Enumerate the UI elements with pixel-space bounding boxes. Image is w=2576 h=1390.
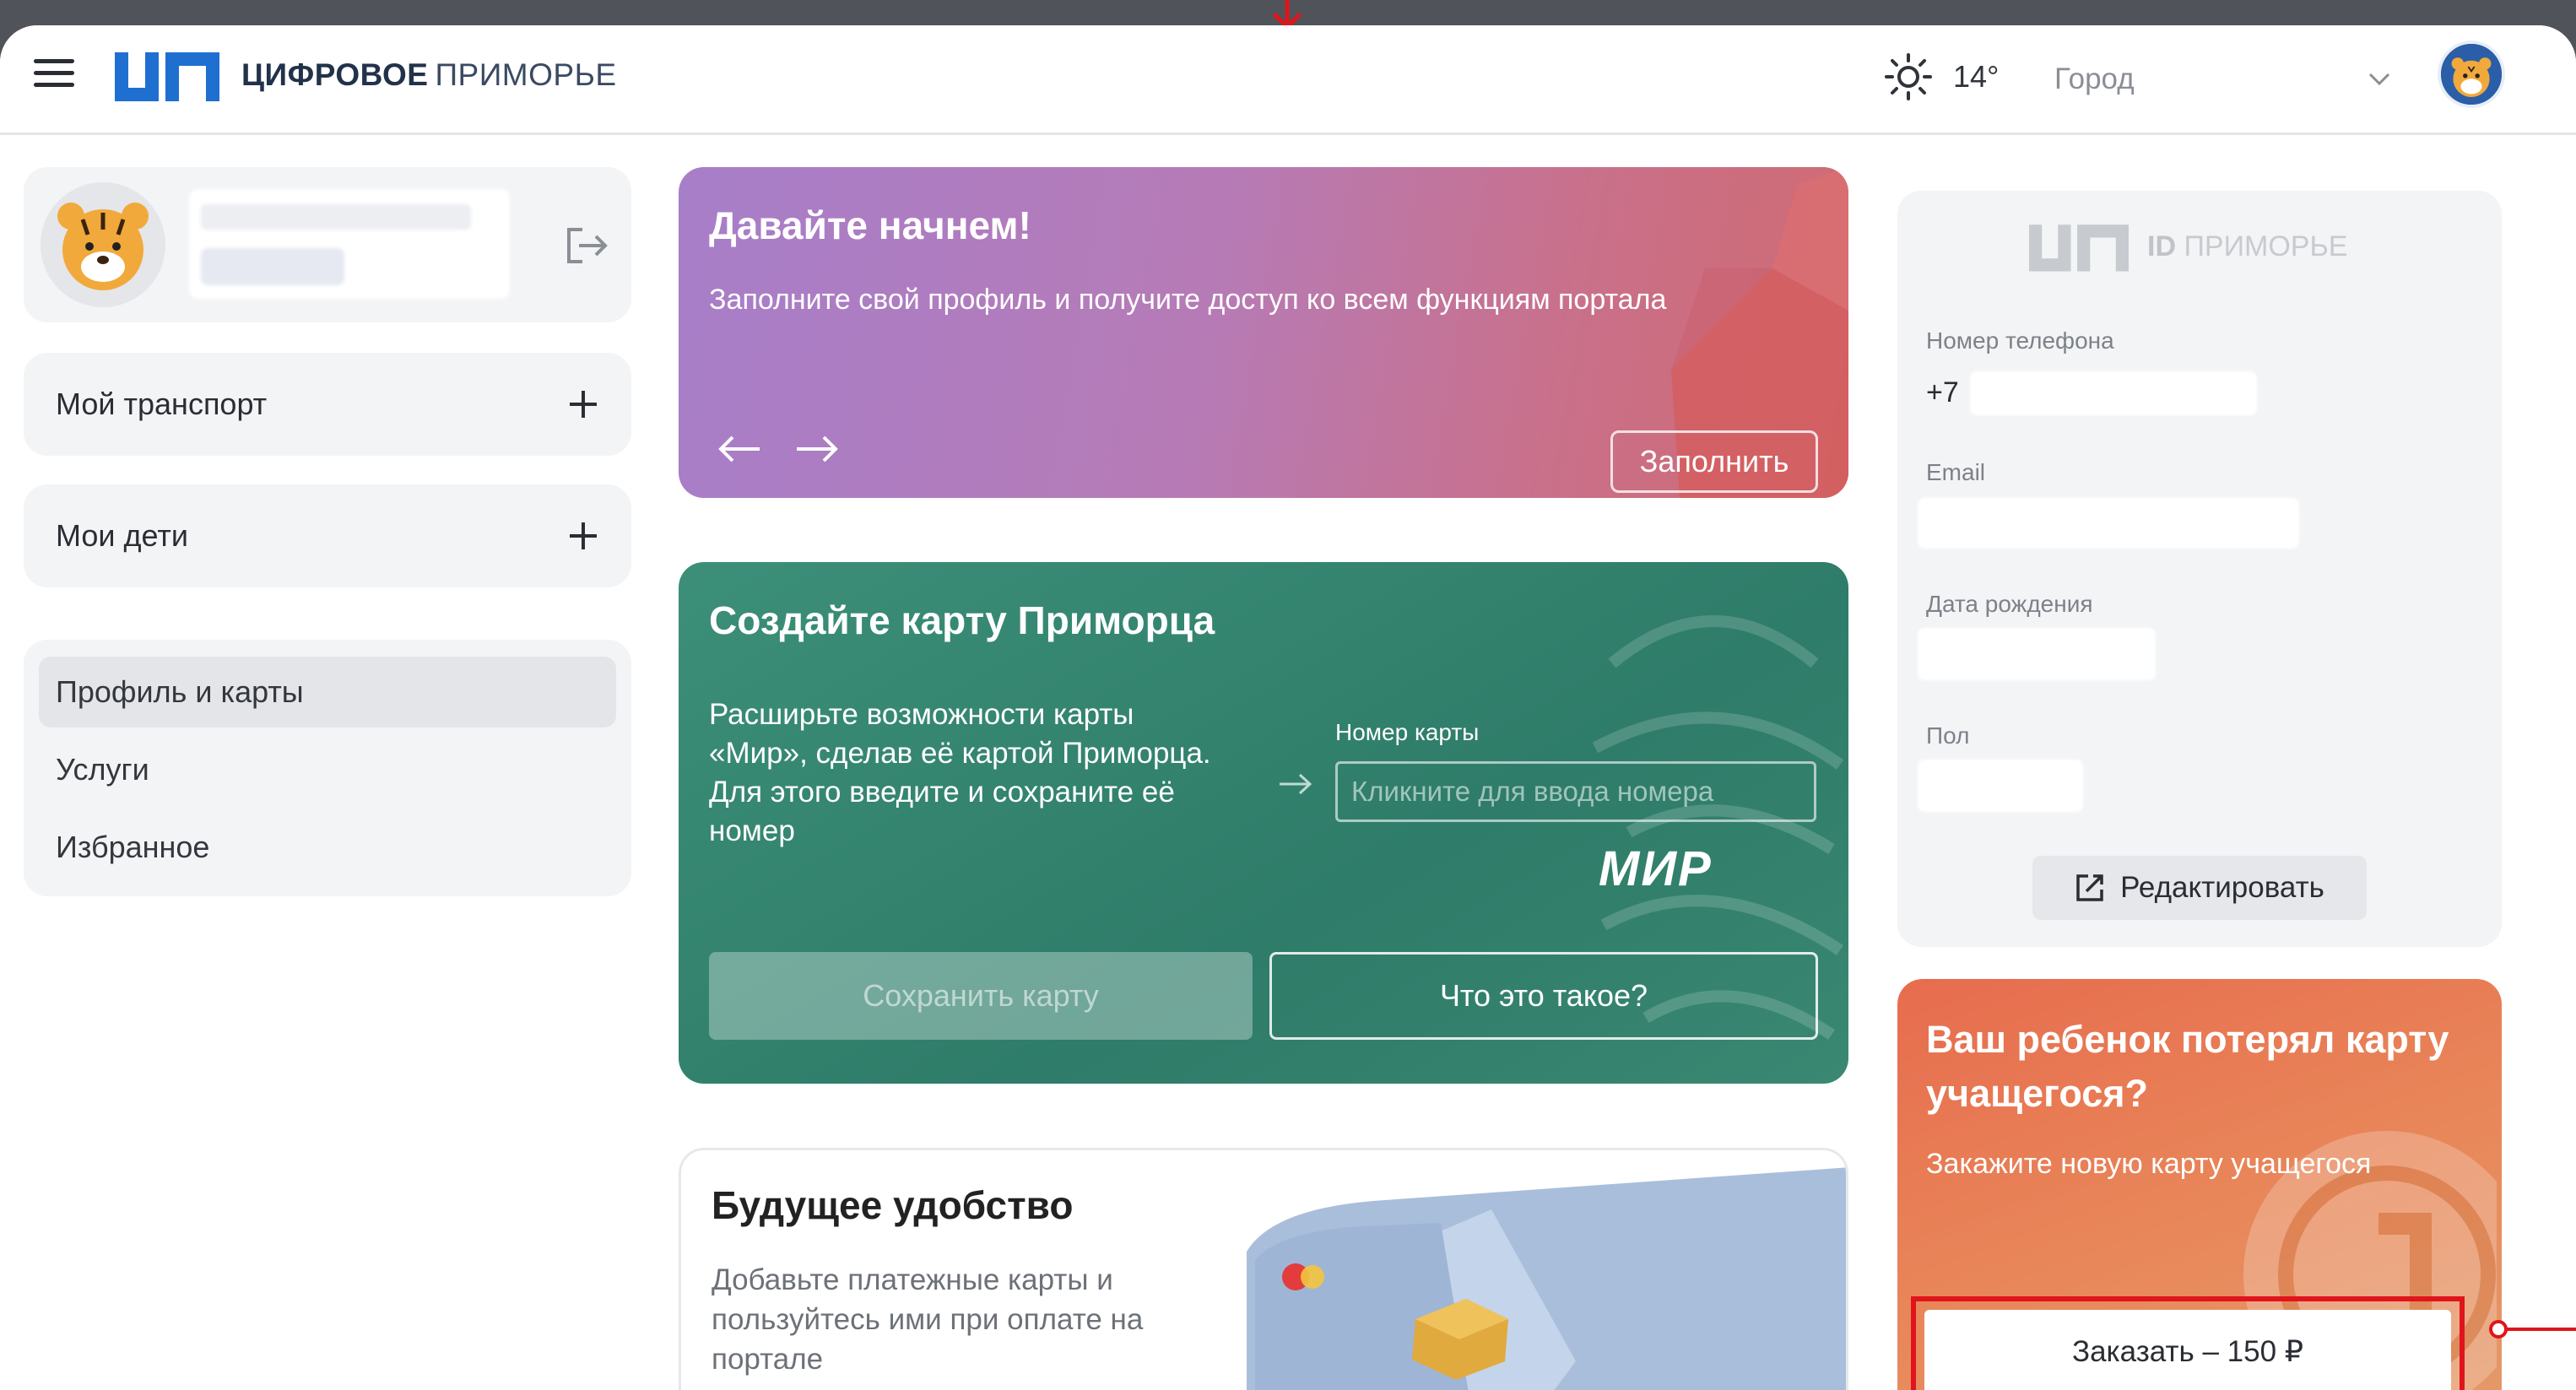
child-banner-subtitle: Закажите новую карту учащегося [1926,1148,2372,1180]
email-label: Email [1926,459,1986,485]
payment-card-illustration [1247,1167,1846,1390]
sidebar-item-favorites[interactable]: Избранное [39,812,616,883]
sidebar-nav: Профиль и карты Услуги Избранное [24,640,631,896]
menu-burger-icon[interactable] [34,59,74,93]
card-banner-text: Расширьте возможности карты «Мир», сдела… [709,698,1211,847]
plus-icon[interactable] [567,520,599,552]
gender-blurred-value [1918,760,2083,812]
pointer-connector-icon [2489,1320,2576,1339]
logout-icon[interactable] [564,224,609,267]
arrow-left-icon[interactable] [717,434,761,464]
tiger-avatar-icon [41,182,165,307]
sidebar-item-services[interactable]: Услуги [39,734,616,805]
my-transport-label: Мой транспорт [56,387,268,421]
sidebar-item-profile-cards[interactable]: Профиль и карты [39,657,616,727]
sun-icon [1885,53,1932,100]
logo-text: ЦИФРОВОЕ ПРИМОРЬЕ [241,57,617,92]
profile-avatar[interactable] [41,182,165,307]
order-card-button[interactable]: Заказать – 150 ₽ [1924,1310,2451,1390]
fill-profile-button[interactable]: Заполнить [1610,430,1818,493]
card-banner-title: Создайте карту Приморца [709,598,1215,642]
birth-date-blurred-value [1918,628,2156,680]
id-primorye-panel: ID ПРИМОРЬЕ Номер телефона +7 Email Дата… [1897,191,2502,947]
city-placeholder: Город [2054,62,2135,95]
future-title: Будущее удобство [712,1183,1074,1227]
future-convenience-banner: Будущее удобство Добавьте платежные карт… [679,1148,1848,1390]
phone-blurred-value [1970,371,2257,415]
logo-mark-icon [115,52,219,101]
gender-label: Пол [1926,722,1970,749]
banner-subtitle: Заполните свой профиль и получите доступ… [709,284,1667,316]
id-primorye-logo: ID ПРИМОРЬЕ [2029,221,2347,272]
chevron-down-icon [2368,73,2390,86]
my-children-label: Мои дети [56,518,188,553]
card-number-label: Номер карты [1335,719,1480,745]
weather-widget: 14° [1884,52,1999,101]
plus-icon[interactable] [567,388,599,420]
top-header: ЦИФРОВОЕ ПРИМОРЬЕ 14° Город [0,25,2576,135]
save-card-button[interactable]: Сохранить карту [709,952,1253,1040]
banner-title: Давайте начнем! [709,203,1031,247]
site-logo[interactable]: ЦИФРОВОЕ ПРИМОРЬЕ [115,49,617,101]
edit-profile-button[interactable]: Редактировать [2032,856,2367,920]
external-edit-icon [2076,874,2103,901]
browser-page: ЦИФРОВОЕ ПРИМОРЬЕ 14° Город Мой транспор… [0,25,2576,1390]
my-transport-item[interactable]: Мой транспорт [24,353,631,456]
primorets-card-banner: Создайте карту Приморца Расширьте возмож… [679,562,1848,1084]
banner-carousel-controls [717,434,839,464]
arrow-right-icon [1280,773,1312,795]
arrow-right-icon[interactable] [795,434,839,464]
lost-student-card-banner: Ваш ребенок потерял карту учащегося? Зак… [1897,979,2502,1390]
birth-date-label: Дата рождения [1926,591,2093,617]
future-text: Добавьте платежные карты и пользуйтесь и… [712,1263,1144,1376]
mir-logo: МИР [1599,841,1713,896]
my-children-item[interactable]: Мои дети [24,484,631,587]
blurred-user-info [189,189,510,299]
edit-button-label: Редактировать [2120,871,2324,904]
tiger-avatar-icon [2441,44,2502,105]
card-number-input[interactable] [1335,761,1816,822]
temperature-value: 14° [1953,59,2000,94]
logo-mark-icon [2029,224,2129,272]
phone-prefix: +7 [1926,376,1959,408]
highlight-box: Заказать – 150 ₽ [1911,1296,2465,1390]
what-is-it-button[interactable]: Что это такое? [1269,952,1818,1040]
city-select[interactable]: Город [2054,56,2392,103]
child-banner-title: Ваш ребенок потерял карту учащегося? [1926,1018,2449,1115]
user-avatar[interactable] [2438,41,2505,108]
profile-summary-card [24,167,631,322]
id-logo-text: ID ПРИМОРЬЕ [2147,230,2348,262]
phone-label: Номер телефона [1926,327,2114,354]
lets-start-banner: Давайте начнем! Заполните свой профиль и… [679,167,1848,498]
email-blurred-value [1918,498,2299,549]
